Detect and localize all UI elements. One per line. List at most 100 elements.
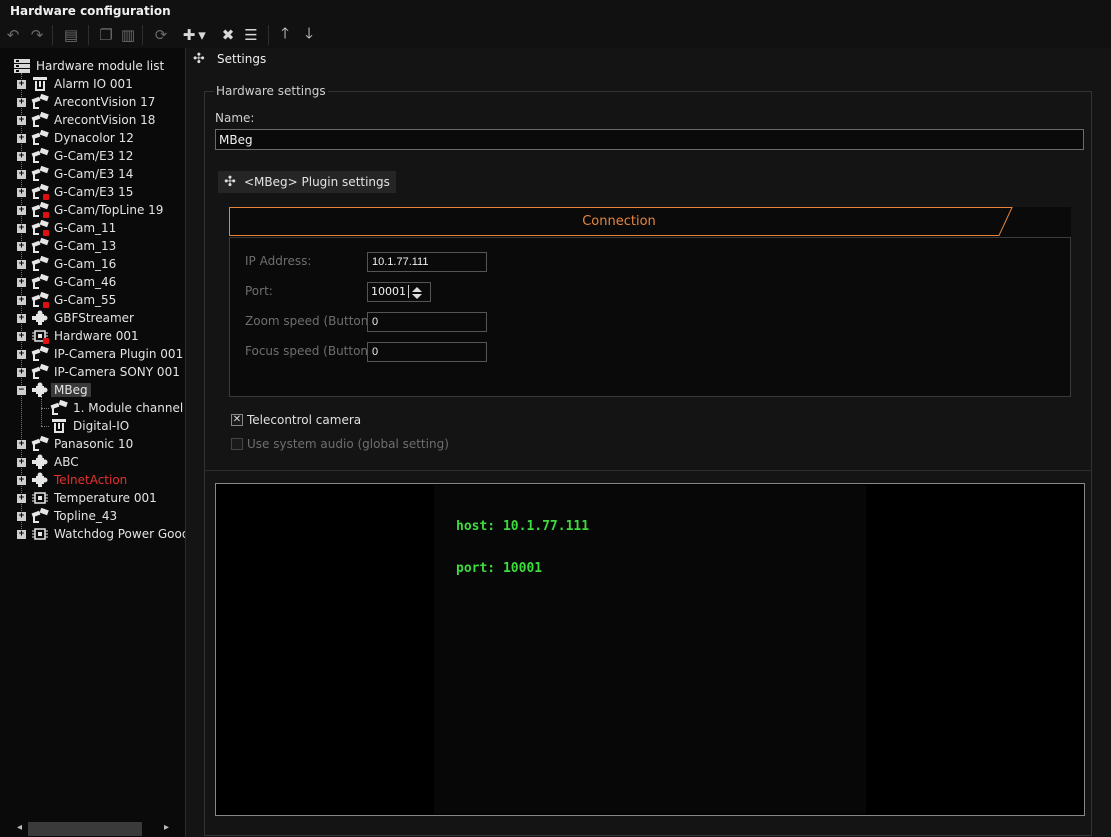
tree-child-item[interactable]: 1. Module channel (0, 399, 185, 417)
expand-icon[interactable]: + (17, 152, 26, 161)
print-icon[interactable]: ▤ (60, 24, 82, 46)
expand-icon[interactable]: + (17, 530, 26, 539)
expand-icon[interactable]: + (17, 260, 26, 269)
puzzle-icon: ✣ (193, 51, 205, 67)
divider (204, 470, 1092, 471)
tree-item[interactable]: + G-Cam/TopLine 19 (0, 201, 185, 219)
tree-item[interactable]: + G-Cam_46 (0, 273, 185, 291)
expand-icon[interactable]: + (17, 134, 26, 143)
undo-icon[interactable]: ↶ (2, 24, 24, 46)
tree-child-label: 1. Module channel (73, 401, 184, 415)
tree-item[interactable]: + G-Cam_13 (0, 237, 185, 255)
redo-icon[interactable]: ↷ (26, 24, 48, 46)
expand-icon[interactable]: + (17, 278, 26, 287)
expand-icon[interactable]: + (17, 476, 26, 485)
tree-horizontal-scrollbar[interactable]: ◂ ▸ (0, 819, 185, 837)
toolbar-separator (52, 25, 53, 45)
expand-icon[interactable]: + (17, 314, 26, 323)
telecontrol-checkbox[interactable]: ✕ (231, 414, 243, 426)
puzzle-icon: ✣ (224, 174, 236, 190)
dropdown-arrow-icon[interactable]: ▾ (196, 24, 208, 46)
tree-item[interactable]: + IP-Camera Plugin 001 (0, 345, 185, 363)
stepper-down-icon[interactable] (412, 294, 422, 299)
delete-icon[interactable]: ✖ (217, 24, 239, 46)
tree-item[interactable]: + ABC (0, 453, 185, 471)
tree-child-item[interactable]: Digital-IO (0, 417, 185, 435)
scroll-right-icon[interactable]: ▸ (164, 822, 169, 833)
tree-item-label: ArecontVision 18 (54, 113, 156, 127)
expand-icon[interactable]: + (17, 80, 26, 89)
scrollbar-thumb[interactable] (28, 822, 142, 836)
tree-item[interactable]: + Panasonic 10 (0, 435, 185, 453)
move-down-icon[interactable]: 🡓 (298, 24, 320, 46)
tree-item[interactable]: + ArecontVision 18 (0, 111, 185, 129)
paste-icon[interactable]: ▥ (117, 24, 139, 46)
tree-root[interactable]: Hardware module list (14, 57, 164, 75)
error-badge-icon (43, 302, 49, 308)
tree-item[interactable]: + ArecontVision 17 (0, 93, 185, 111)
console-output[interactable]: host: 10.1.77.111 port: 10001 (215, 483, 1085, 816)
alarm-io-icon (50, 418, 68, 434)
rename-icon[interactable]: ☰ (240, 24, 262, 46)
focus-speed-label: Focus speed (Button): (245, 344, 377, 358)
port-stepper[interactable]: 10001 (367, 282, 431, 302)
connection-tab[interactable]: Connection (229, 207, 1071, 237)
system-audio-checkbox[interactable] (231, 438, 243, 450)
tree-root-label: Hardware module list (36, 59, 165, 73)
tree-item[interactable]: − MBeg (0, 381, 185, 399)
copy-icon[interactable]: ❐ (95, 24, 117, 46)
tree-item[interactable]: + G-Cam/E3 14 (0, 165, 185, 183)
tree-item[interactable]: + GBFStreamer (0, 309, 185, 327)
tree-item-label: GBFStreamer (54, 311, 134, 325)
camera-icon (31, 183, 49, 200)
expand-icon[interactable]: + (17, 98, 26, 107)
stepper-up-icon[interactable] (412, 287, 422, 292)
tree-item[interactable]: + Dynacolor 12 (0, 129, 185, 147)
port-value[interactable]: 10001 (371, 285, 409, 298)
window-title: Hardware configuration (10, 4, 171, 18)
plugin-icon (31, 310, 49, 326)
focus-speed-input[interactable] (367, 342, 487, 362)
tree-item[interactable]: + Watchdog Power Good (0, 525, 185, 543)
hardware-module-tree[interactable]: Hardware module list ◂ ▸ + Alarm IO 001 + A… (0, 48, 186, 837)
tree-item[interactable]: + IP-Camera SONY 001 (0, 363, 185, 381)
expand-icon[interactable]: + (17, 332, 26, 341)
tree-item[interactable]: + G-Cam_16 (0, 255, 185, 273)
connection-tab-label: Connection (582, 214, 656, 229)
refresh-icon[interactable]: ⟳ (150, 24, 172, 46)
expand-icon[interactable]: + (17, 350, 26, 359)
tree-item[interactable]: + G-Cam/E3 15 (0, 183, 185, 201)
error-badge-icon (43, 230, 49, 236)
collapse-icon[interactable]: − (17, 386, 26, 395)
zoom-speed-label: Zoom speed (Button): (245, 314, 378, 328)
tree-item[interactable]: + Temperature 001 (0, 489, 185, 507)
expand-icon[interactable]: + (17, 440, 26, 449)
tree-item[interactable]: + TelnetAction (0, 471, 185, 489)
expand-icon[interactable]: + (17, 296, 26, 305)
name-input[interactable] (215, 129, 1084, 150)
tree-item[interactable]: + Topline_43 (0, 507, 185, 525)
console-line-host: host: 10.1.77.111 (456, 519, 590, 534)
tree-item[interactable]: + Alarm IO 001 (0, 75, 185, 93)
chip-icon (31, 328, 49, 344)
tree-item[interactable]: + G-Cam_55 (0, 291, 185, 309)
expand-icon[interactable]: + (17, 206, 26, 215)
tree-item-label: Temperature 001 (54, 491, 157, 505)
expand-icon[interactable]: + (17, 512, 26, 521)
ip-address-input[interactable] (367, 252, 487, 272)
tree-item[interactable]: + G-Cam_11 (0, 219, 185, 237)
expand-icon[interactable]: + (17, 458, 26, 467)
expand-icon[interactable]: + (17, 170, 26, 179)
expand-icon[interactable]: + (17, 224, 26, 233)
tree-item[interactable]: + G-Cam/E3 12 (0, 147, 185, 165)
scroll-left-icon[interactable]: ◂ (17, 822, 22, 833)
expand-icon[interactable]: + (17, 242, 26, 251)
expand-icon[interactable]: + (17, 188, 26, 197)
move-up-icon[interactable]: 🡑 (274, 24, 296, 46)
tree-item[interactable]: + Hardware 001 (0, 327, 185, 345)
zoom-speed-input[interactable] (367, 312, 487, 332)
expand-icon[interactable]: + (17, 494, 26, 503)
expand-icon[interactable]: + (17, 116, 26, 125)
expand-icon[interactable]: + (17, 368, 26, 377)
plugin-settings-button[interactable]: ✣ <MBeg> Plugin settings (218, 171, 396, 193)
